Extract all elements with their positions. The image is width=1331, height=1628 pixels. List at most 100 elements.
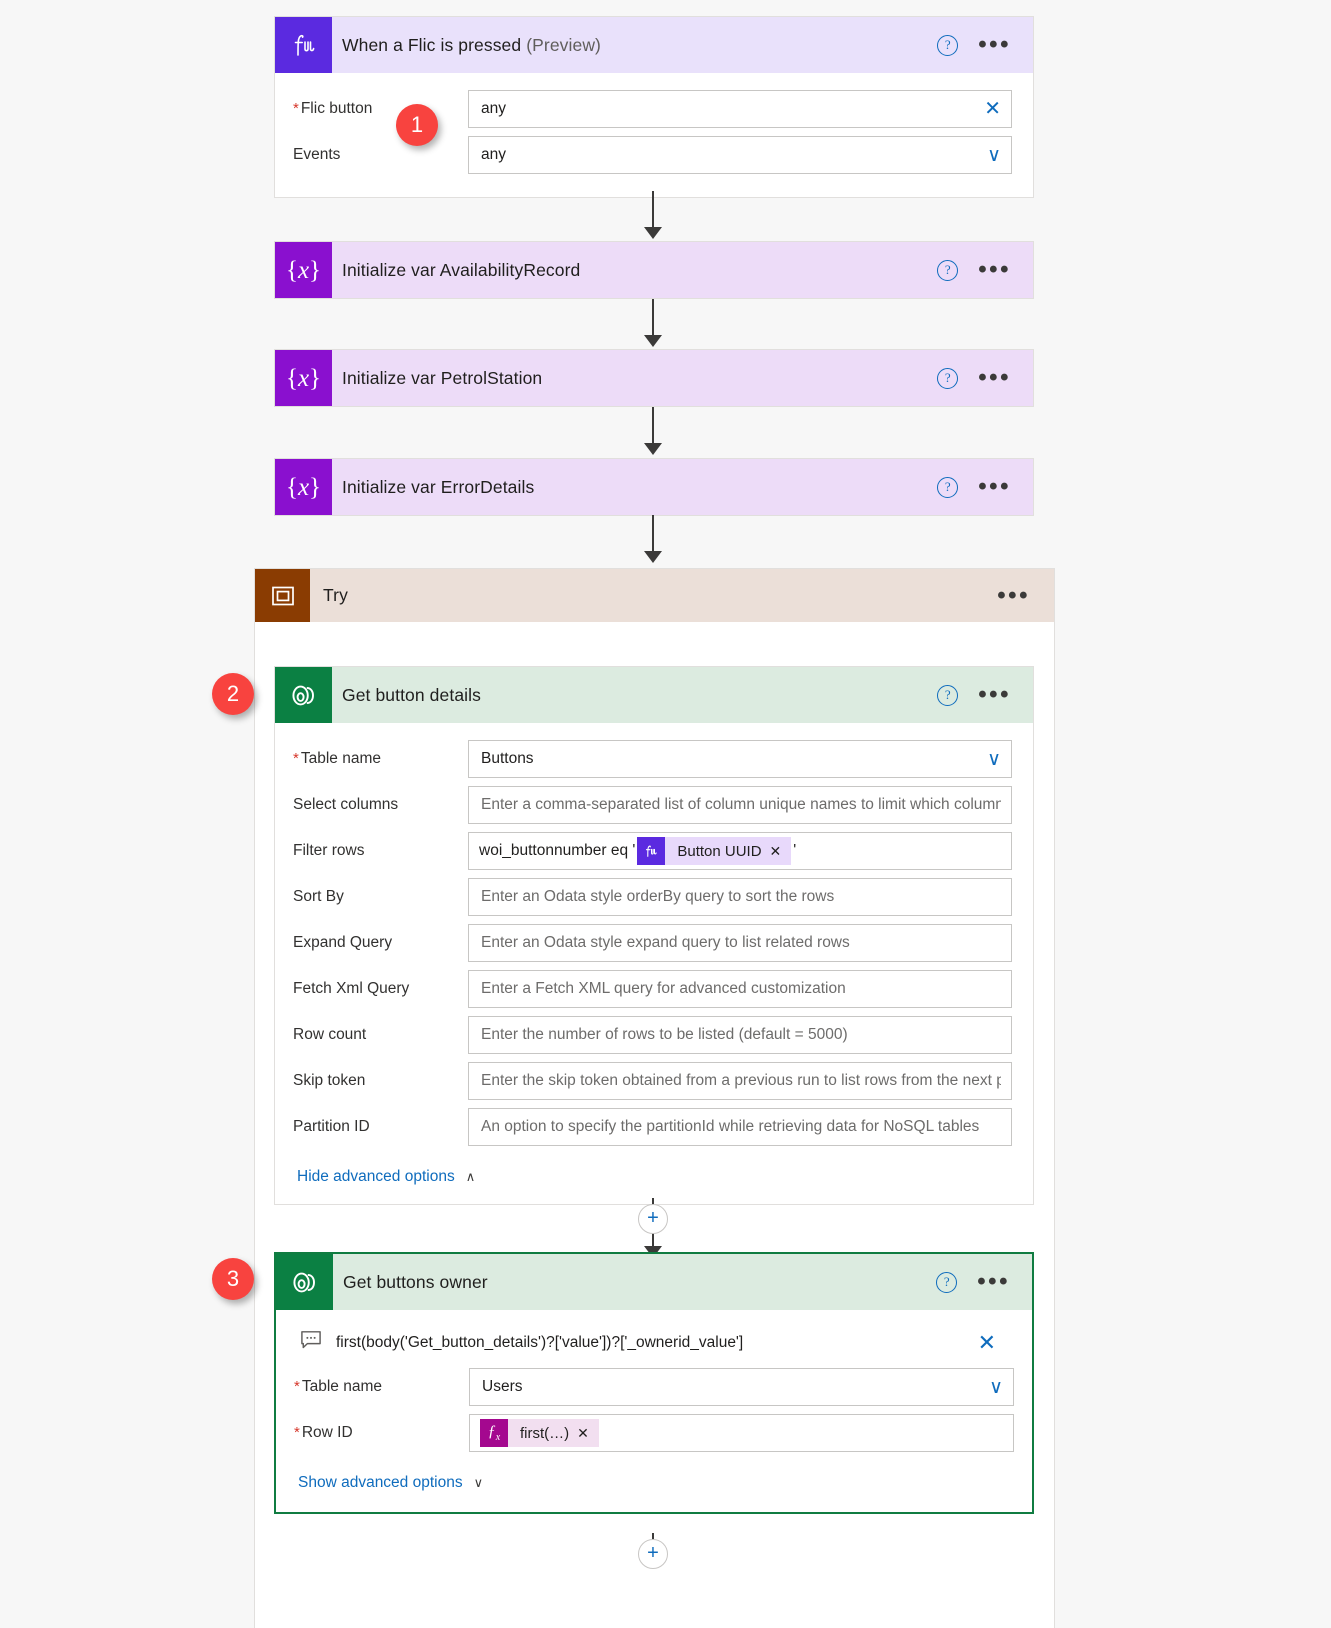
row-count-placeholder: Enter the number of rows to be listed (d…: [481, 1026, 1001, 1044]
more-commands-icon[interactable]: •••: [978, 265, 1011, 275]
action-comment-row: first(body('Get_button_details')?['value…: [294, 1324, 1014, 1365]
flic-icon: [275, 17, 332, 73]
action-card-get-button-details[interactable]: Get button details ? ••• *Table name But…: [274, 666, 1034, 1205]
help-icon[interactable]: ?: [937, 35, 958, 56]
label-text: Table name: [301, 750, 381, 767]
action-card-header[interactable]: {x} Initialize var AvailabilityRecord ? …: [275, 242, 1033, 298]
fetch-xml-query-input[interactable]: Enter a Fetch XML query for advanced cus…: [468, 970, 1012, 1008]
table-name-value: Users: [482, 1378, 981, 1396]
events-value: any: [481, 146, 979, 164]
field-label-partition-id: Partition ID: [293, 1118, 468, 1136]
token-label: Button UUID: [665, 843, 769, 860]
dataverse-icon: [275, 667, 332, 723]
more-commands-icon[interactable]: •••: [978, 690, 1011, 700]
more-commands-icon[interactable]: •••: [978, 40, 1011, 50]
action-card-initialize-var-errordetails[interactable]: {x} Initialize var ErrorDetails ? •••: [274, 458, 1034, 516]
show-advanced-options-link[interactable]: Show advanced options ∨: [298, 1474, 483, 1492]
action-card-header[interactable]: {x} Initialize var ErrorDetails ? •••: [275, 459, 1033, 515]
token-remove-icon[interactable]: ✕: [770, 843, 792, 860]
sort-by-input[interactable]: Enter an Odata style orderBy query to so…: [468, 878, 1012, 916]
filter-rows-input[interactable]: woi_buttonnumber eq ': [468, 832, 1012, 870]
events-input[interactable]: any ∨: [468, 136, 1012, 174]
expand-query-input[interactable]: Enter an Odata style expand query to lis…: [468, 924, 1012, 962]
step-badge-1: 1: [396, 104, 438, 146]
fetch-xml-query-placeholder: Enter a Fetch XML query for advanced cus…: [481, 980, 1001, 998]
help-icon[interactable]: ?: [937, 685, 958, 706]
skip-token-input[interactable]: Enter the skip token obtained from a pre…: [468, 1062, 1012, 1100]
action-card-initialize-var-availabilityrecord[interactable]: {x} Initialize var AvailabilityRecord ? …: [274, 241, 1034, 299]
action-card-initialize-var-petrolstation[interactable]: {x} Initialize var PetrolStation ? •••: [274, 349, 1034, 407]
help-icon[interactable]: ?: [937, 368, 958, 389]
flic-token-icon: [637, 837, 665, 865]
skip-token-placeholder: Enter the skip token obtained from a pre…: [481, 1072, 1001, 1090]
more-commands-icon[interactable]: •••: [978, 482, 1011, 492]
dynamic-content-token-button-uuid[interactable]: Button UUID ✕: [637, 837, 791, 865]
filter-rows-suffix-text: ': [793, 842, 796, 860]
action-card-body: *Table name Buttons ∨ Select columns Ent…: [275, 723, 1033, 1204]
partition-id-input[interactable]: An option to specify the partitionId whi…: [468, 1108, 1012, 1146]
more-commands-icon[interactable]: •••: [978, 373, 1011, 383]
field-row-table-name: *Table name Users ∨: [294, 1365, 1014, 1409]
action-card-header[interactable]: Get buttons owner ? •••: [276, 1254, 1032, 1310]
table-name-input[interactable]: Buttons ∨: [468, 740, 1012, 778]
advanced-options-label: Show advanced options: [298, 1474, 463, 1492]
chevron-up-icon: ∧: [466, 1169, 476, 1185]
trigger-title-text: When a Flic is pressed: [342, 35, 521, 55]
insert-new-step-button[interactable]: +: [638, 1204, 668, 1234]
action-title: Initialize var AvailabilityRecord: [332, 260, 580, 281]
action-card-header[interactable]: Get button details ? •••: [275, 667, 1033, 723]
trigger-card-header[interactable]: When a Flic is pressed (Preview) ? •••: [275, 17, 1033, 73]
field-row-fetch-xml-query: Fetch Xml Query Enter a Fetch XML query …: [293, 967, 1012, 1011]
select-columns-placeholder: Enter a comma-separated list of column u…: [481, 796, 1001, 814]
insert-new-step-button[interactable]: +: [638, 1539, 668, 1569]
flow-designer-canvas: When a Flic is pressed (Preview) ? ••• *…: [0, 0, 1331, 1628]
field-row-select-columns: Select columns Enter a comma-separated l…: [293, 783, 1012, 827]
token-remove-icon[interactable]: ✕: [577, 1425, 599, 1442]
row-count-input[interactable]: Enter the number of rows to be listed (d…: [468, 1016, 1012, 1054]
action-title: Initialize var PetrolStation: [332, 368, 542, 389]
table-name-input[interactable]: Users ∨: [469, 1368, 1014, 1406]
action-card-header[interactable]: {x} Initialize var PetrolStation ? •••: [275, 350, 1033, 406]
comment-text: first(body('Get_button_details')?['value…: [336, 1334, 956, 1352]
trigger-card-body: *Flic button any ✕ Events any ∨: [275, 73, 1033, 197]
field-row-expand-query: Expand Query Enter an Odata style expand…: [293, 921, 1012, 965]
hide-advanced-options-link[interactable]: Hide advanced options ∧: [297, 1168, 475, 1186]
field-label-fetch-xml-query: Fetch Xml Query: [293, 980, 468, 998]
variable-icon: {x}: [275, 242, 332, 298]
trigger-preview-tag: (Preview): [526, 35, 601, 55]
connector-arrow: [644, 443, 662, 455]
chevron-down-icon[interactable]: ∨: [987, 146, 1001, 165]
required-asterisk: *: [293, 100, 299, 117]
select-columns-input[interactable]: Enter a comma-separated list of column u…: [468, 786, 1012, 824]
trigger-card-when-a-flic-is-pressed[interactable]: When a Flic is pressed (Preview) ? ••• *…: [274, 16, 1034, 198]
field-label-select-columns: Select columns: [293, 796, 468, 814]
flic-button-input[interactable]: any ✕: [468, 90, 1012, 128]
action-title: Initialize var ErrorDetails: [332, 477, 534, 498]
help-icon[interactable]: ?: [937, 260, 958, 281]
action-title: Get button details: [332, 685, 481, 706]
chevron-down-icon[interactable]: ∨: [987, 750, 1001, 769]
clear-icon[interactable]: ✕: [984, 99, 1001, 119]
expression-token-first[interactable]: ƒx first(…) ✕: [480, 1419, 599, 1447]
more-commands-icon[interactable]: •••: [997, 591, 1030, 601]
expression-icon: ƒx: [480, 1419, 508, 1447]
action-card-get-buttons-owner[interactable]: Get buttons owner ? ••• first(body('Get_…: [274, 1252, 1034, 1514]
row-id-input[interactable]: ƒx first(…) ✕: [469, 1414, 1014, 1452]
trigger-header-actions: ? •••: [937, 35, 1033, 56]
scope-title: Try: [310, 585, 348, 606]
required-asterisk: *: [294, 1424, 300, 1441]
action-header-actions: ? •••: [937, 477, 1033, 498]
clear-icon[interactable]: ✕: [978, 1332, 996, 1354]
connector-arrow: [644, 335, 662, 347]
help-icon[interactable]: ?: [937, 477, 958, 498]
field-row-row-id: *Row ID ƒx first(…) ✕: [294, 1411, 1014, 1455]
help-icon[interactable]: ?: [936, 1272, 957, 1293]
action-header-actions: ? •••: [937, 685, 1033, 706]
scope-card-header[interactable]: Try •••: [255, 569, 1054, 622]
flic-button-value: any: [481, 100, 976, 118]
field-label-table-name: *Table name: [294, 1378, 469, 1396]
more-commands-icon[interactable]: •••: [977, 1277, 1010, 1287]
chevron-down-icon: ∨: [474, 1475, 484, 1491]
scope-icon: [255, 569, 310, 622]
chevron-down-icon[interactable]: ∨: [989, 1378, 1003, 1397]
